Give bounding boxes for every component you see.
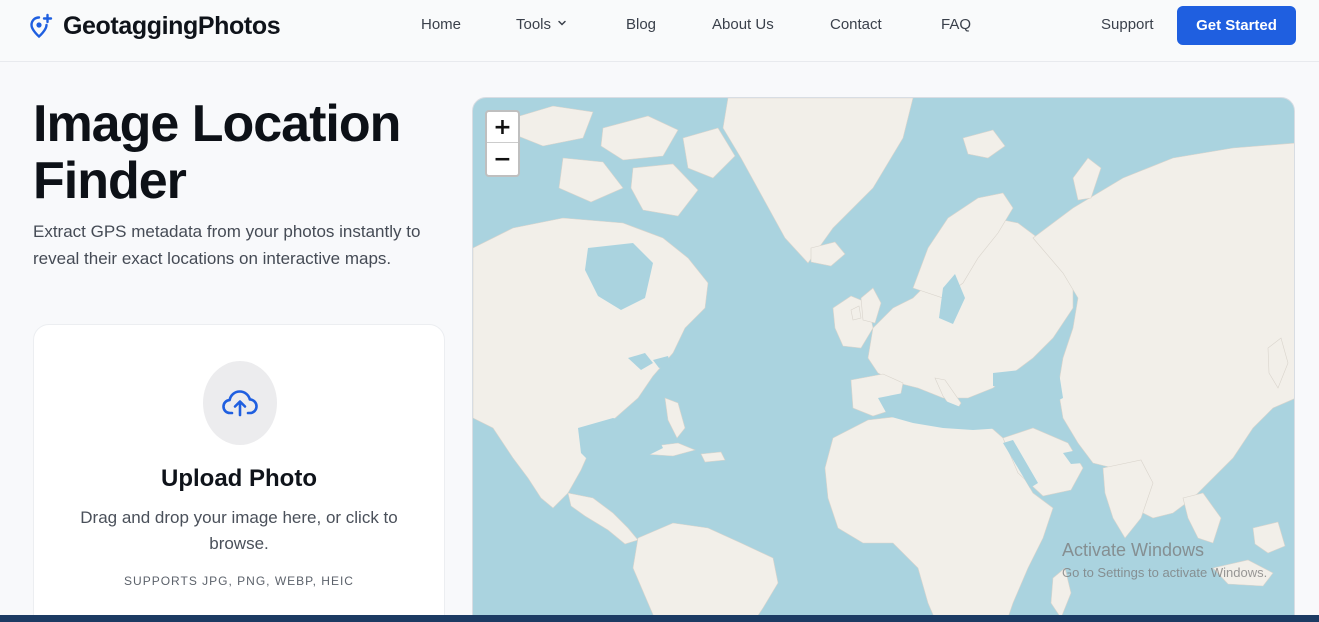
cloud-upload-icon bbox=[222, 390, 258, 417]
watermark-title: Activate Windows bbox=[1062, 540, 1205, 560]
zoom-control: + − bbox=[485, 110, 520, 177]
nav-tools-label: Tools bbox=[516, 16, 552, 33]
page-title: Image Location Finder bbox=[33, 95, 401, 210]
nav-faq[interactable]: FAQ bbox=[941, 16, 971, 33]
upload-title: Upload Photo bbox=[161, 465, 317, 492]
nav-about-us[interactable]: About Us bbox=[712, 16, 774, 33]
windows-activation-watermark: Activate Windows Go to Settings to activ… bbox=[1062, 540, 1267, 580]
upload-dropzone[interactable]: Upload Photo Drag and drop your image he… bbox=[33, 324, 445, 622]
zoom-in-button[interactable]: + bbox=[487, 112, 518, 143]
zoom-out-button[interactable]: − bbox=[487, 144, 518, 175]
supported-formats: SUPPORTS JPG, PNG, WEBP, HEIC bbox=[124, 574, 354, 588]
watermark-subtitle: Go to Settings to activate Windows. bbox=[1062, 565, 1268, 580]
map-pin-plus-icon bbox=[30, 13, 53, 39]
nav-blog[interactable]: Blog bbox=[626, 16, 656, 33]
nav-home[interactable]: Home bbox=[421, 16, 461, 33]
get-started-button[interactable]: Get Started bbox=[1177, 6, 1296, 45]
upload-description: Drag and drop your image here, or click … bbox=[80, 508, 398, 553]
support-link[interactable]: Support bbox=[1101, 16, 1154, 33]
taskbar bbox=[0, 615, 1319, 622]
brand-logo[interactable]: GeotaggingPhotos bbox=[28, 11, 281, 41]
brand-name: GeotaggingPhotos bbox=[63, 11, 281, 40]
nav-tools[interactable]: Tools bbox=[516, 16, 567, 33]
nav-contact[interactable]: Contact bbox=[830, 16, 882, 33]
page-subtitle: Extract GPS metadata from your photos in… bbox=[33, 222, 421, 268]
site-header: GeotaggingPhotos Home Tools Blog About U… bbox=[0, 0, 1319, 62]
upload-icon-circle bbox=[203, 361, 277, 445]
chevron-down-icon bbox=[558, 20, 566, 26]
